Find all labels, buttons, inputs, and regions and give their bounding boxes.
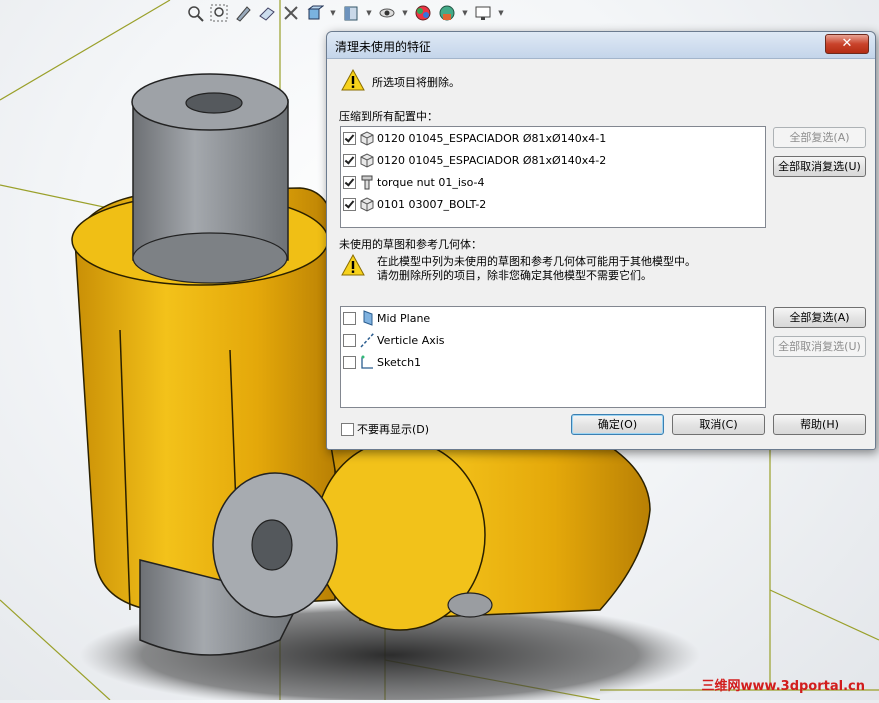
deselect-all-button[interactable]: 全部取消复选(U) (773, 336, 866, 357)
dont-show-again-label: 不要再显示(D) (357, 423, 430, 436)
zoom-to-fit-icon[interactable] (185, 3, 205, 23)
list-item[interactable]: Verticle Axis (343, 330, 445, 350)
item-label: 0101 03007_BOLT-2 (377, 197, 487, 211)
list-item[interactable]: 0101 03007_BOLT-2 (343, 194, 486, 214)
item-label: 0120 01045_ESPACIADOR Ø81xØ140x4-1 (377, 131, 607, 145)
select-all-button[interactable]: 全部复选(A) (773, 127, 866, 148)
item-label: torque nut 01_iso-4 (377, 175, 485, 189)
dynamic-annotation-icon[interactable] (281, 3, 301, 23)
item-checkbox[interactable] (343, 333, 356, 347)
item-checkbox[interactable] (343, 153, 356, 167)
site-watermark: 三维网www.3dportal.cn (701, 679, 865, 694)
delete-warning-text: 所选项目将删除。 (372, 76, 460, 89)
item-label: Mid Plane (377, 311, 431, 325)
sketch-icon (359, 354, 375, 370)
unused-warning-line2: 请勿删除所列的项目，除非您确定其他模型不需要它们。 (377, 269, 652, 282)
list-item[interactable]: Sketch1 (343, 352, 421, 372)
dialog-title: 清理未使用的特征 (335, 40, 432, 54)
purge-unused-features-dialog: 清理未使用的特征 ✕ 所选项目将删除。 压缩到所有配置中： 0120 01045… (326, 31, 876, 450)
item-checkbox[interactable] (343, 311, 356, 325)
section-view-icon[interactable] (257, 3, 277, 23)
part-icon (359, 196, 375, 212)
warning-icon (341, 254, 365, 276)
help-button[interactable]: 帮助(H) (773, 414, 866, 435)
previous-view-icon[interactable] (233, 3, 253, 23)
dialog-body: 所选项目将删除。 压缩到所有配置中： 0120 01045_ESPACIADOR… (333, 60, 869, 443)
item-checkbox[interactable] (343, 131, 356, 145)
plane-icon (359, 310, 375, 326)
hide-show-items-icon[interactable] (377, 3, 397, 23)
apply-scene-icon[interactable] (437, 3, 457, 23)
item-label: Verticle Axis (377, 333, 445, 347)
item-checkbox[interactable] (343, 197, 356, 211)
dont-show-again-option[interactable]: 不要再显示(D) (341, 419, 429, 439)
dialog-titlebar[interactable]: 清理未使用的特征 ✕ (327, 32, 875, 59)
ok-button[interactable]: 确定(O) (571, 414, 664, 435)
chevron-down-icon[interactable]: ▼ (461, 3, 469, 23)
list-item[interactable]: Mid Plane (343, 308, 430, 328)
item-checkbox[interactable] (343, 175, 356, 189)
zoom-area-icon[interactable] (209, 3, 229, 23)
display-style-icon[interactable] (341, 3, 361, 23)
chevron-down-icon[interactable]: ▼ (401, 3, 409, 23)
edit-appearance-icon[interactable] (413, 3, 433, 23)
view-toolbar: ▼ ▼ ▼ ▼ ▼ (185, 2, 505, 24)
view-settings-icon[interactable] (473, 3, 493, 23)
dont-show-again-checkbox[interactable] (341, 422, 354, 436)
cancel-button[interactable]: 取消(C) (672, 414, 765, 435)
list-item[interactable]: 0120 01045_ESPACIADOR Ø81xØ140x4-1 (343, 128, 606, 148)
chevron-down-icon[interactable]: ▼ (329, 3, 337, 23)
part-icon (359, 130, 375, 146)
deselect-all-button[interactable]: 全部取消复选(U) (773, 156, 866, 177)
item-checkbox[interactable] (343, 355, 356, 369)
suppress-items-list[interactable]: 0120 01045_ESPACIADOR Ø81xØ140x4-1 0120 … (340, 126, 766, 228)
axis-icon (359, 332, 375, 348)
part-icon (359, 152, 375, 168)
suppress-section-label: 压缩到所有配置中： (339, 110, 438, 123)
close-button[interactable]: ✕ (825, 34, 869, 54)
chevron-down-icon[interactable]: ▼ (497, 3, 505, 23)
chevron-down-icon[interactable]: ▼ (365, 3, 373, 23)
item-label: Sketch1 (377, 355, 422, 369)
item-label: 0120 01045_ESPACIADOR Ø81xØ140x4-2 (377, 153, 607, 167)
view-orientation-icon[interactable] (305, 3, 325, 23)
select-all-button[interactable]: 全部复选(A) (773, 307, 866, 328)
unused-items-list[interactable]: Mid Plane Verticle Axis Sketch1 (340, 306, 766, 408)
unused-section-label: 未使用的草图和参考几何体： (339, 238, 482, 251)
bolt-icon (359, 174, 375, 190)
list-item[interactable]: torque nut 01_iso-4 (343, 172, 485, 192)
list-item[interactable]: 0120 01045_ESPACIADOR Ø81xØ140x4-2 (343, 150, 606, 170)
warning-icon (341, 69, 365, 91)
